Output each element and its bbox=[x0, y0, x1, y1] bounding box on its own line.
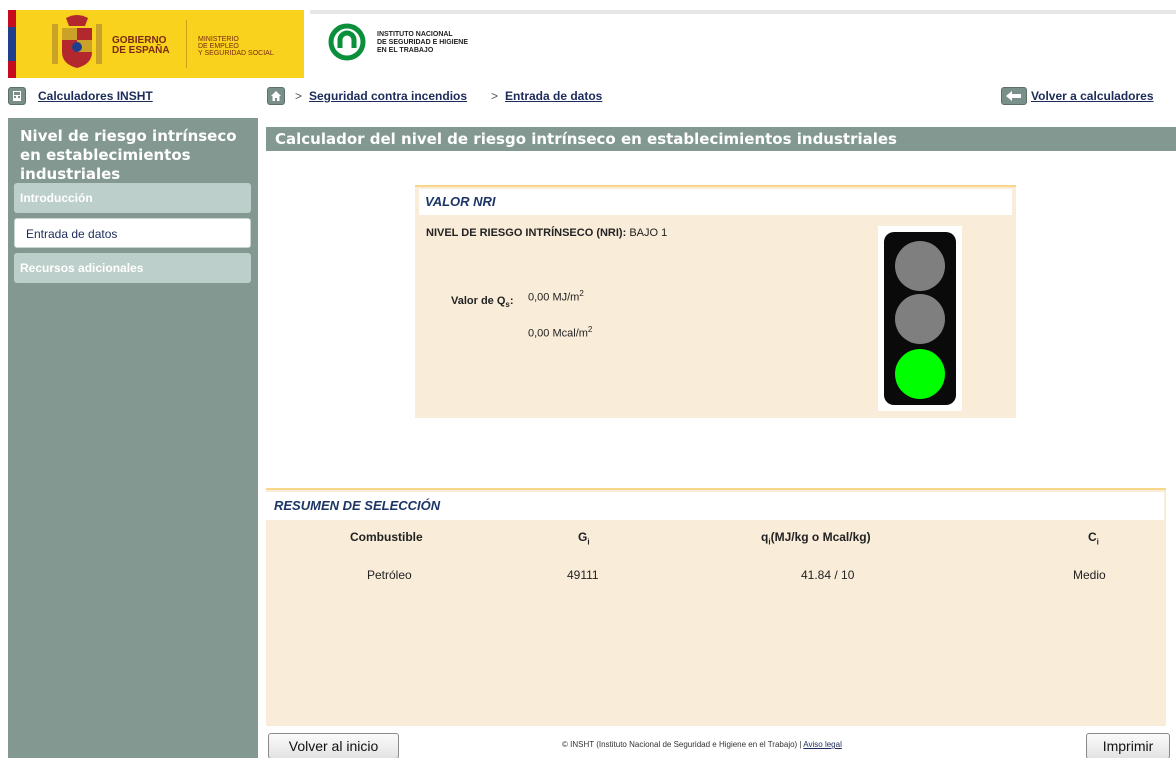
table-header-qi: qi(MJ/kg o Mcal/kg) bbox=[761, 530, 871, 547]
table-header-gi: Gi bbox=[578, 530, 590, 547]
qs-value-mj: 0,00 MJ/m2 bbox=[528, 289, 584, 304]
qs-label: Valor de Qs: bbox=[451, 295, 514, 310]
calculator-icon[interactable] bbox=[8, 87, 26, 105]
nri-level-label: NIVEL DE RIESGO INTRÍNSECO (NRI): bbox=[426, 227, 627, 239]
sidebar-item-entrada-datos[interactable]: Entrada de datos bbox=[14, 218, 251, 248]
table-cell-gi: 49111 bbox=[567, 568, 599, 582]
insht-logo-text: INSTITUTO NACIONAL DE SEGURIDAD E HIGIEN… bbox=[377, 31, 469, 54]
sidebar-item-recursos-adicionales[interactable]: Recursos adicionales bbox=[14, 253, 251, 283]
page-title: Calculador del nivel de riesgo intrínsec… bbox=[266, 127, 1176, 151]
traffic-light-red-lamp bbox=[895, 241, 945, 291]
insht-logo-icon[interactable] bbox=[322, 22, 372, 62]
summary-section-title: RESUMEN DE SELECCIÓN bbox=[274, 498, 441, 513]
traffic-light-icon bbox=[884, 232, 956, 405]
gobierno-espana-logo[interactable]: GOBIERNO DE ESPAÑA MINISTERIO DE EMPLEO … bbox=[8, 10, 304, 78]
table-cell-qi: 41.84 / 10 bbox=[801, 568, 855, 582]
nri-section-title: VALOR NRI bbox=[425, 194, 496, 209]
traffic-light-green-lamp bbox=[895, 349, 945, 399]
traffic-light-amber-lamp bbox=[895, 294, 945, 344]
table-cell-combustible: Petróleo bbox=[367, 568, 412, 582]
sidebar: Nivel de riesgo intrínseco en establecim… bbox=[8, 118, 258, 758]
volver-inicio-button[interactable]: Volver al inicio bbox=[268, 733, 399, 758]
traffic-light-frame bbox=[878, 226, 962, 411]
table-header-combustible: Combustible bbox=[350, 530, 423, 544]
calculadores-insht-link[interactable]: Calculadores INSHT bbox=[38, 89, 153, 103]
nri-result-panel: VALOR NRI NIVEL DE RIESGO INTRÍNSECO (NR… bbox=[415, 185, 1016, 418]
selection-summary-panel: RESUMEN DE SELECCIÓN Combustible Gi qi(M… bbox=[266, 488, 1166, 726]
summary-title-bar: RESUMEN DE SELECCIÓN bbox=[266, 492, 1164, 520]
aviso-legal-link[interactable]: Aviso legal bbox=[803, 740, 842, 749]
header-divider-line bbox=[310, 10, 1176, 14]
breadcrumb-separator: > bbox=[491, 89, 499, 103]
gobierno-text: GOBIERNO DE ESPAÑA bbox=[112, 35, 170, 56]
coat-of-arms-icon bbox=[52, 15, 102, 68]
page: GOBIERNO DE ESPAÑA MINISTERIO DE EMPLEO … bbox=[0, 0, 1176, 758]
eu-flag-stripe bbox=[8, 10, 16, 78]
breadcrumb-entrada-datos[interactable]: Entrada de datos bbox=[505, 89, 602, 103]
nav-bar: Calculadores INSHT > Seguridad contra in… bbox=[0, 84, 1176, 108]
breadcrumb-seguridad-incendios[interactable]: Seguridad contra incendios bbox=[309, 89, 467, 103]
volver-calculadores-link[interactable]: Volver a calculadores bbox=[1031, 89, 1154, 103]
sidebar-item-introduccion[interactable]: Introducción bbox=[14, 183, 251, 213]
logo-divider bbox=[186, 20, 187, 68]
table-header-ci: Ci bbox=[1088, 530, 1099, 547]
nri-title-bar: VALOR NRI bbox=[419, 189, 1012, 215]
imprimir-button[interactable]: Imprimir bbox=[1086, 733, 1170, 758]
table-cell-ci: Medio bbox=[1073, 568, 1106, 582]
nri-level-value: BAJO 1 bbox=[629, 227, 668, 239]
breadcrumb-separator: > bbox=[295, 89, 303, 103]
nri-level-text: NIVEL DE RIESGO INTRÍNSECO (NRI): BAJO 1 bbox=[426, 227, 667, 239]
sidebar-title: Nivel de riesgo intrínseco en establecim… bbox=[20, 127, 237, 183]
copyright-text: © INSHT (Instituto Nacional de Seguridad… bbox=[562, 740, 842, 749]
ministerio-text: MINISTERIO DE EMPLEO Y SEGURIDAD SOCIAL bbox=[198, 36, 274, 57]
home-icon[interactable] bbox=[267, 87, 285, 105]
qs-value-mcal: 0,00 Mcal/m2 bbox=[528, 325, 593, 340]
back-arrow-icon[interactable] bbox=[1001, 87, 1027, 105]
